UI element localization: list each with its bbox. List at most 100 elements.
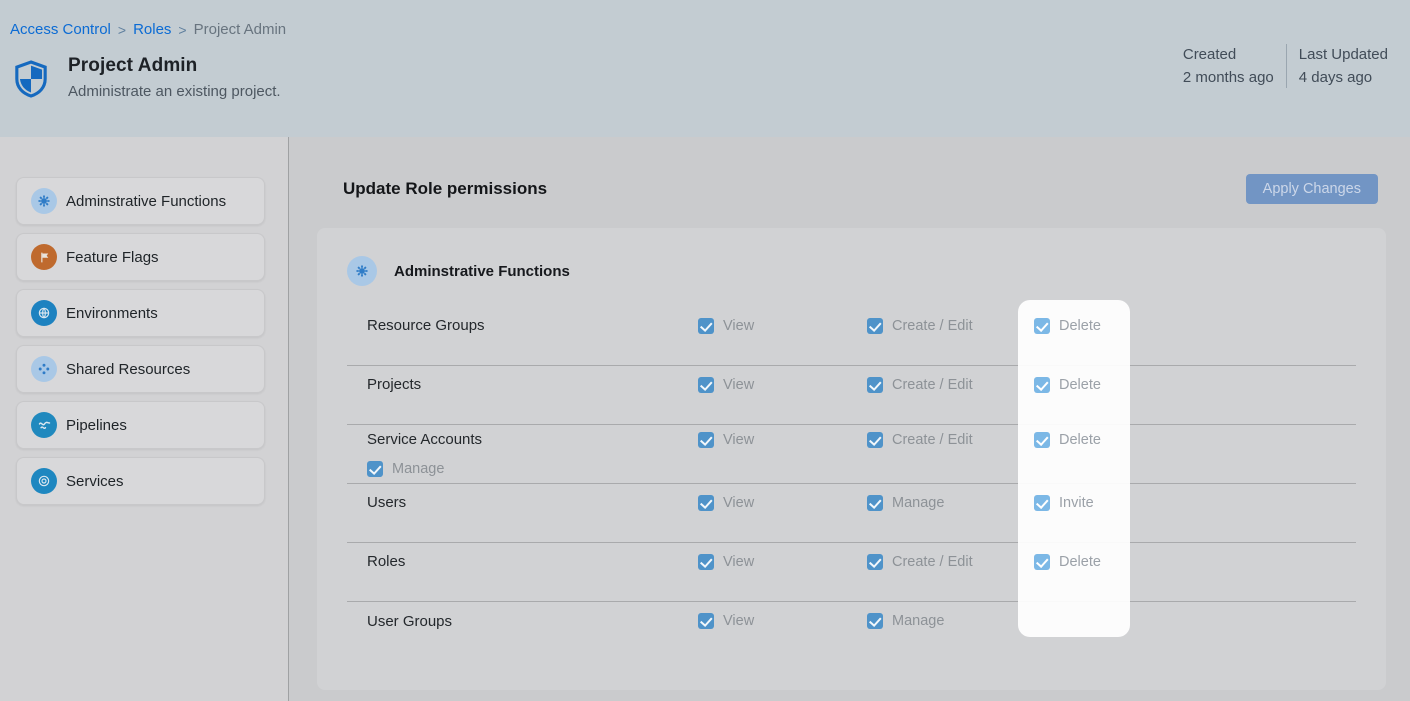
sidebar-item-label: Services xyxy=(66,473,124,490)
permission-cell: Create / Edit xyxy=(867,554,1034,570)
services-icon xyxy=(31,468,57,494)
sidebar-item[interactable]: Environments xyxy=(16,289,265,337)
resource-name: Service Accounts xyxy=(367,431,698,448)
permission-row: User Groups View Manage xyxy=(347,602,1356,661)
permission-label: View xyxy=(723,432,754,448)
permission-label: View xyxy=(723,495,754,511)
main-header: Update Role permissions Apply Changes xyxy=(343,174,1378,204)
breadcrumb-separator-icon: > xyxy=(118,22,126,38)
last-updated-meta: Last Updated 4 days ago xyxy=(1287,44,1400,88)
section-heading: Update Role permissions xyxy=(343,179,547,199)
permission-row: Resource Groups View Create / Edit Delet… xyxy=(347,307,1356,366)
sidebar-item-label: Pipelines xyxy=(66,417,127,434)
permission-cell: Manage xyxy=(867,495,1034,511)
permission-checkbox[interactable] xyxy=(1034,377,1050,393)
permission-cell: Create / Edit xyxy=(867,318,1034,334)
permission-checkbox[interactable] xyxy=(867,554,883,570)
breadcrumb: Access Control > Roles > Project Admin xyxy=(0,0,1410,38)
gear-icon xyxy=(347,256,377,286)
permission-checkbox[interactable] xyxy=(698,377,714,393)
permission-cell: View xyxy=(698,318,867,334)
permission-checkbox[interactable] xyxy=(698,495,714,511)
page-subtitle: Administrate an existing project. xyxy=(68,83,281,100)
resource-name: Roles xyxy=(367,553,698,570)
permission-cell: View xyxy=(698,377,867,393)
last-updated-label: Last Updated xyxy=(1299,44,1388,65)
permission-cell: View xyxy=(698,495,867,511)
sidebar-item-label: Adminstrative Functions xyxy=(66,193,226,210)
resource-name: User Groups xyxy=(367,613,698,630)
permission-checkbox[interactable] xyxy=(867,318,883,334)
permission-cell: View xyxy=(698,613,867,629)
permission-label: Manage xyxy=(392,461,444,477)
gear-icon xyxy=(31,188,57,214)
breadcrumb-link-access-control[interactable]: Access Control xyxy=(10,21,111,38)
sidebar: Adminstrative Functions Feature Flags En… xyxy=(0,137,289,701)
permission-cell: Invite xyxy=(1034,495,1200,511)
permission-label: Invite xyxy=(1059,495,1094,511)
permission-label: Manage xyxy=(892,495,944,511)
permission-checkbox[interactable] xyxy=(698,613,714,629)
permission-cell: Delete xyxy=(1034,432,1200,448)
permissions-card: Adminstrative Functions Resource Groups … xyxy=(317,228,1386,690)
permission-label: Delete xyxy=(1059,377,1101,393)
permission-cell: View xyxy=(698,554,867,570)
resource-name: Projects xyxy=(367,376,698,393)
header-meta: Created 2 months ago Last Updated 4 days… xyxy=(1171,44,1400,88)
resource-name: Resource Groups xyxy=(367,317,698,334)
resource-name: Users xyxy=(367,494,698,511)
main-content: Update Role permissions Apply Changes Ad… xyxy=(289,137,1410,701)
sidebar-item-label: Shared Resources xyxy=(66,361,190,378)
permission-cell: Manage xyxy=(367,461,698,477)
created-value: 2 months ago xyxy=(1183,67,1274,88)
sidebar-item[interactable]: Feature Flags xyxy=(16,233,265,281)
sidebar-item[interactable]: Services xyxy=(16,457,265,505)
pipelines-icon xyxy=(31,412,57,438)
permission-cell: Delete xyxy=(1034,318,1200,334)
sidebar-item-label: Feature Flags xyxy=(66,249,159,266)
sidebar-item-label: Environments xyxy=(66,305,158,322)
permission-cell: Delete xyxy=(1034,377,1200,393)
permission-row: Projects View Create / Edit Delete xyxy=(347,366,1356,425)
environments-icon xyxy=(31,300,57,326)
permission-checkbox[interactable] xyxy=(867,613,883,629)
apply-changes-button[interactable]: Apply Changes xyxy=(1246,174,1378,204)
permission-checkbox[interactable] xyxy=(867,377,883,393)
permission-cell: Create / Edit xyxy=(867,377,1034,393)
permission-label: Manage xyxy=(892,613,944,629)
last-updated-value: 4 days ago xyxy=(1299,67,1388,88)
sidebar-list: Adminstrative Functions Feature Flags En… xyxy=(16,177,288,505)
permission-checkbox[interactable] xyxy=(367,461,383,477)
breadcrumb-current: Project Admin xyxy=(194,21,287,38)
permission-label: Delete xyxy=(1059,318,1101,334)
shared-resources-icon xyxy=(31,356,57,382)
sidebar-item[interactable]: Pipelines xyxy=(16,401,265,449)
permission-checkbox[interactable] xyxy=(698,554,714,570)
permission-label: View xyxy=(723,554,754,570)
screen: Access Control > Roles > Project Admin P… xyxy=(0,0,1410,701)
sidebar-item[interactable]: Shared Resources xyxy=(16,345,265,393)
page-title: Project Admin xyxy=(68,55,281,77)
permission-checkbox[interactable] xyxy=(698,318,714,334)
permission-checkbox[interactable] xyxy=(1034,495,1050,511)
page-header: Access Control > Roles > Project Admin P… xyxy=(0,0,1410,137)
permission-cell: View xyxy=(698,432,867,448)
permission-checkbox[interactable] xyxy=(1034,554,1050,570)
sidebar-item[interactable]: Adminstrative Functions xyxy=(16,177,265,225)
permission-checkbox[interactable] xyxy=(867,495,883,511)
card-header: Adminstrative Functions xyxy=(317,228,1386,286)
permission-label: Create / Edit xyxy=(892,554,973,570)
permission-label: View xyxy=(723,377,754,393)
permission-label: View xyxy=(723,613,754,629)
breadcrumb-separator-icon: > xyxy=(178,22,186,38)
permission-label: Create / Edit xyxy=(892,318,973,334)
permission-checkbox[interactable] xyxy=(698,432,714,448)
permission-checkbox[interactable] xyxy=(867,432,883,448)
permission-checkbox[interactable] xyxy=(1034,318,1050,334)
permission-label: Delete xyxy=(1059,432,1101,448)
breadcrumb-link-roles[interactable]: Roles xyxy=(133,21,171,38)
permission-checkbox[interactable] xyxy=(1034,432,1050,448)
permission-row: Roles View Create / Edit Delete xyxy=(347,543,1356,602)
created-label: Created xyxy=(1183,44,1274,65)
shield-icon xyxy=(14,57,48,106)
